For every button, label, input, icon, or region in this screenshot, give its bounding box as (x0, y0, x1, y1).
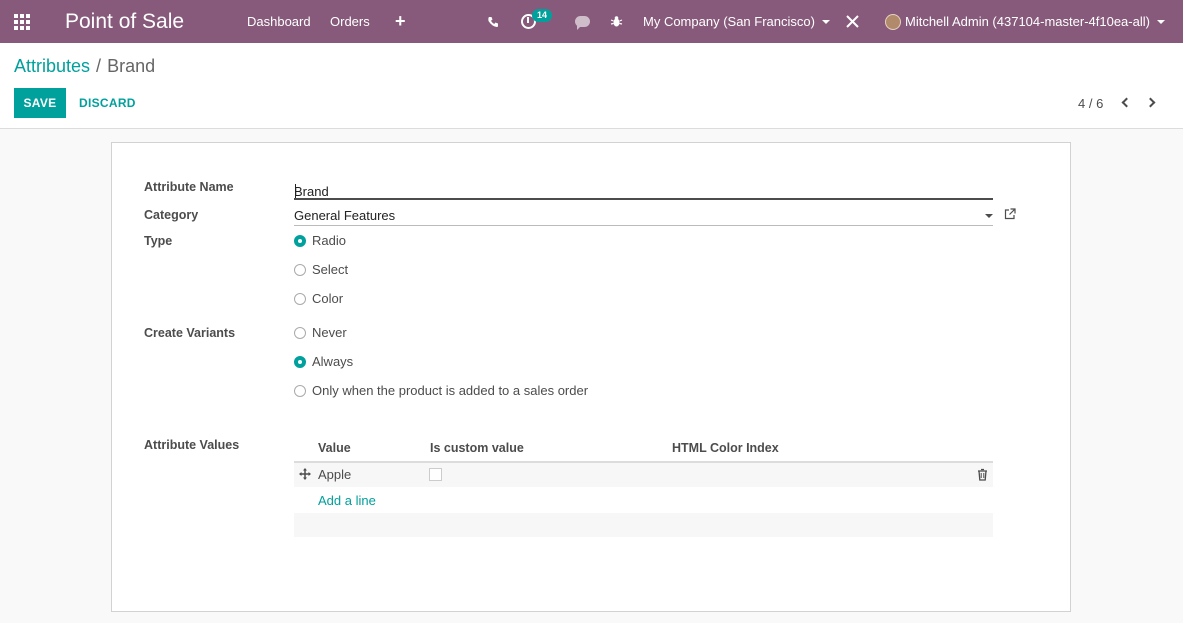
radio-checked-icon (294, 355, 306, 368)
external-link-icon[interactable] (1004, 208, 1016, 220)
chevron-down-icon (821, 19, 830, 24)
save-button[interactable]: SAVE (14, 88, 66, 118)
trash-icon[interactable] (977, 468, 988, 481)
user-menu[interactable]: Mitchell Admin (437104-master-4f10ea-all… (885, 0, 1165, 43)
avatar (885, 13, 901, 30)
table-footer (294, 513, 993, 537)
chevron-down-icon (1156, 19, 1165, 24)
discard-button[interactable]: DISCARD (79, 88, 136, 118)
company-switcher[interactable]: My Company (San Francisco) (643, 0, 830, 43)
activity-count-badge: 14 (532, 9, 553, 22)
radio-label: Only when the product is added to a sale… (312, 383, 589, 398)
radio-label: Radio (312, 233, 346, 248)
value-cell[interactable]: Apple (318, 467, 351, 482)
activity-clock-icon[interactable] (521, 0, 536, 43)
chevron-left-icon[interactable] (1120, 96, 1132, 110)
radio-unchecked-icon (294, 326, 306, 339)
radio-label: Color (312, 291, 344, 306)
plus-icon[interactable]: + (395, 0, 406, 43)
is-custom-value-checkbox[interactable] (429, 468, 442, 481)
company-name: My Company (San Francisco) (643, 14, 815, 29)
type-option-select[interactable]: Select (294, 262, 348, 277)
type-label: Type (144, 234, 173, 248)
radio-unchecked-icon (294, 263, 306, 276)
user-name: Mitchell Admin (437104-master-4f10ea-all… (905, 14, 1150, 29)
column-header-value[interactable]: Value (318, 441, 351, 455)
chat-icon[interactable] (575, 0, 590, 43)
bug-icon[interactable] (610, 0, 623, 43)
attribute-name-input[interactable]: Brand (294, 176, 993, 200)
phone-icon[interactable] (487, 0, 499, 43)
column-header-html-color-index[interactable]: HTML Color Index (672, 441, 779, 455)
values-table-header: Value Is custom value HTML Color Index (294, 435, 993, 463)
radio-unchecked-icon (294, 384, 306, 397)
variants-option-sales-order[interactable]: Only when the product is added to a sale… (294, 383, 588, 398)
top-navbar: Point of Sale Dashboard Orders + 14 My C… (0, 0, 1183, 43)
breadcrumb-attributes-link[interactable]: Attributes (14, 56, 90, 76)
category-select[interactable]: General Features (294, 205, 993, 226)
pager-value[interactable]: 4 / 6 (1078, 96, 1103, 111)
breadcrumb: Attributes / Brand (14, 56, 155, 77)
table-row[interactable]: Apple (294, 463, 993, 487)
radio-unchecked-icon (294, 292, 306, 305)
create-variants-label: Create Variants (144, 326, 236, 340)
debug-tools-icon[interactable] (846, 0, 859, 43)
radio-checked-icon (294, 234, 306, 247)
column-header-is-custom-value[interactable]: Is custom value (430, 441, 524, 455)
attribute-values-label: Attribute Values (144, 438, 240, 452)
type-option-radio[interactable]: Radio (294, 233, 346, 248)
category-value: General Features (294, 208, 396, 223)
attribute-name-label: Attribute Name (144, 180, 234, 194)
chevron-right-icon[interactable] (1145, 96, 1157, 110)
apps-menu-icon[interactable] (14, 0, 32, 43)
form-sheet: Attribute Name Brand Category General Fe… (111, 142, 1071, 612)
drag-handle-icon[interactable] (299, 468, 311, 480)
category-label: Category (144, 208, 199, 222)
add-a-line-link[interactable]: Add a line (318, 493, 376, 508)
breadcrumb-separator: / (96, 56, 102, 76)
app-title[interactable]: Point of Sale (65, 0, 184, 43)
control-panel: Attributes / Brand SAVE DISCARD 4 / 6 (0, 43, 1183, 129)
chevron-down-icon[interactable] (985, 214, 993, 218)
type-option-color[interactable]: Color (294, 291, 343, 306)
breadcrumb-current: Brand (107, 56, 156, 76)
variants-option-never[interactable]: Never (294, 325, 347, 340)
menu-item-dashboard[interactable]: Dashboard (247, 0, 311, 43)
radio-label: Select (312, 262, 349, 277)
menu-item-orders[interactable]: Orders (330, 0, 370, 43)
variants-option-always[interactable]: Always (294, 354, 353, 369)
radio-label: Always (312, 354, 354, 369)
radio-label: Never (312, 325, 347, 340)
attribute-name-value: Brand (294, 184, 329, 199)
